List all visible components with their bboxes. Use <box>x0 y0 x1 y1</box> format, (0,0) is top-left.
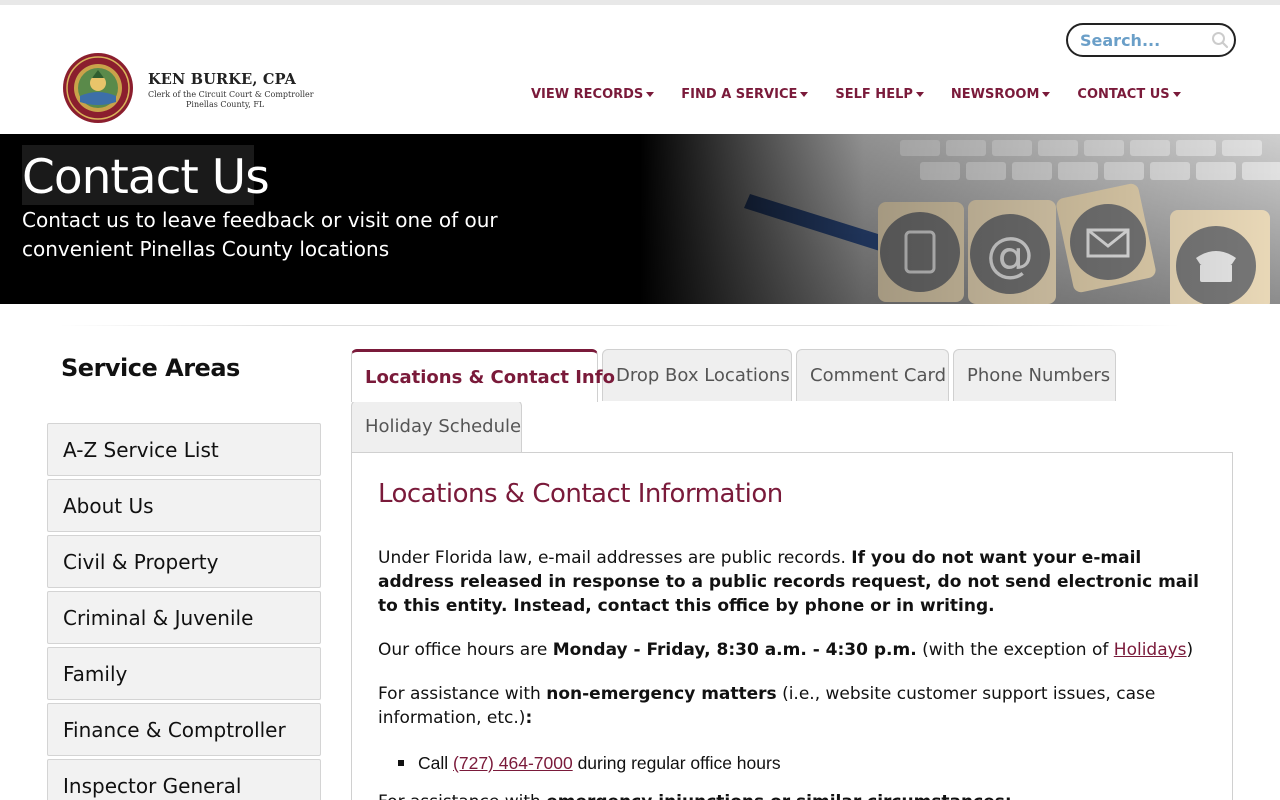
nav-label: SELF HELP <box>835 87 913 102</box>
emergency-info: For assistance with emergency injunction… <box>378 790 1208 800</box>
hours-value: Monday - Friday, 8:30 a.m. - 4:30 p.m. <box>552 640 917 660</box>
caret-down-icon <box>1172 92 1181 97</box>
page-subtitle: Contact us to leave feedback or visit on… <box>22 208 498 261</box>
caret-down-icon <box>646 92 655 97</box>
notice-text: Under Florida law, e-mail addresses are … <box>378 548 852 568</box>
public-records-notice: Under Florida law, e-mail addresses are … <box>378 546 1208 618</box>
tab-holiday-schedule[interactable]: Holiday Schedule <box>351 400 522 452</box>
bullet-text: Call <box>418 753 449 773</box>
holidays-link[interactable]: Holidays <box>1114 640 1187 660</box>
main-nav: VIEW RECORDS FIND A SERVICE SELF HELP NE… <box>531 87 1208 102</box>
non-emergency-info: For assistance with non-emergency matter… <box>378 682 1208 730</box>
sidebar-item-finance-comptroller[interactable]: Finance & Comptroller <box>47 703 321 756</box>
hours-text: ) <box>1186 640 1194 660</box>
hero-banner: @ Contact Us Contact us to leave feedbac… <box>0 134 1280 304</box>
brand-block: KEN BURKE, CPA Clerk of the Circuit Cour… <box>148 71 314 110</box>
assist-text: For assistance with <box>378 684 547 704</box>
sidebar-item-a-z-service-list[interactable]: A-Z Service List <box>47 423 321 476</box>
sidebar-item-criminal-juvenile[interactable]: Criminal & Juvenile <box>47 591 321 644</box>
site-header: KEN BURKE, CPA Clerk of the Circuit Cour… <box>0 5 1280 134</box>
bullet-icon <box>398 760 404 766</box>
assist-colon: : <box>525 708 533 728</box>
clerk-seal-logo[interactable] <box>62 52 134 124</box>
caret-down-icon <box>1042 92 1051 97</box>
brand-location: Pinellas County, FL <box>186 100 265 109</box>
caret-down-icon <box>800 92 809 97</box>
sidebar-title: Service Areas <box>61 354 240 382</box>
sidebar-item-about-us[interactable]: About Us <box>47 479 321 532</box>
nav-find-a-service[interactable]: FIND A SERVICE <box>681 87 809 102</box>
office-hours: Our office hours are Monday - Friday, 8:… <box>378 638 1208 662</box>
caret-down-icon <box>915 92 924 97</box>
emergency-bold: emergency injunctions or similar circums… <box>546 792 1011 800</box>
hours-text: Our office hours are <box>378 640 553 660</box>
search-icon[interactable] <box>1211 31 1229 49</box>
tab-content-panel: Locations & Contact Information Under Fl… <box>351 452 1233 800</box>
nav-label: VIEW RECORDS <box>531 87 644 102</box>
nav-label: CONTACT US <box>1077 87 1170 102</box>
tab-comment-card[interactable]: Comment Card <box>796 349 949 401</box>
section-divider <box>60 325 1180 326</box>
nav-label: NEWSROOM <box>950 87 1040 102</box>
search-input[interactable] <box>1080 29 1200 51</box>
nav-label: FIND A SERVICE <box>681 87 798 102</box>
sidebar-item-civil-property[interactable]: Civil & Property <box>47 535 321 588</box>
nav-contact-us[interactable]: CONTACT US <box>1077 87 1181 102</box>
sidebar-nav: A-Z Service List About Us Civil & Proper… <box>47 423 321 800</box>
tab-drop-box-locations[interactable]: Drop Box Locations <box>602 349 792 401</box>
tab-phone-numbers[interactable]: Phone Numbers <box>953 349 1116 401</box>
search-box <box>1066 23 1236 57</box>
assist-bold: non-emergency matters <box>546 684 777 704</box>
emergency-text: For assistance with <box>378 792 546 800</box>
nav-newsroom[interactable]: NEWSROOM <box>951 87 1051 102</box>
content-title: Locations & Contact Information <box>378 479 783 509</box>
list-item: Call (727) 464-7000 during regular offic… <box>398 751 781 775</box>
sidebar-item-family[interactable]: Family <box>47 647 321 700</box>
hero-contact-blocks-image: @ <box>640 134 1280 304</box>
page-title: Contact Us <box>22 150 270 205</box>
sidebar-item-inspector-general[interactable]: Inspector General <box>47 759 321 800</box>
nav-self-help[interactable]: SELF HELP <box>835 87 924 102</box>
brand-subtitle: Clerk of the Circuit Court & Comptroller <box>148 90 314 99</box>
brand-name: KEN BURKE, CPA <box>148 71 297 88</box>
tab-locations-contact-info[interactable]: Locations & Contact Info <box>351 349 615 402</box>
bullet-text: during regular office hours <box>577 753 781 773</box>
hours-text: (with the exception of <box>916 640 1114 660</box>
phone-link[interactable]: (727) 464-7000 <box>453 751 573 775</box>
nav-view-records[interactable]: VIEW RECORDS <box>531 87 655 102</box>
